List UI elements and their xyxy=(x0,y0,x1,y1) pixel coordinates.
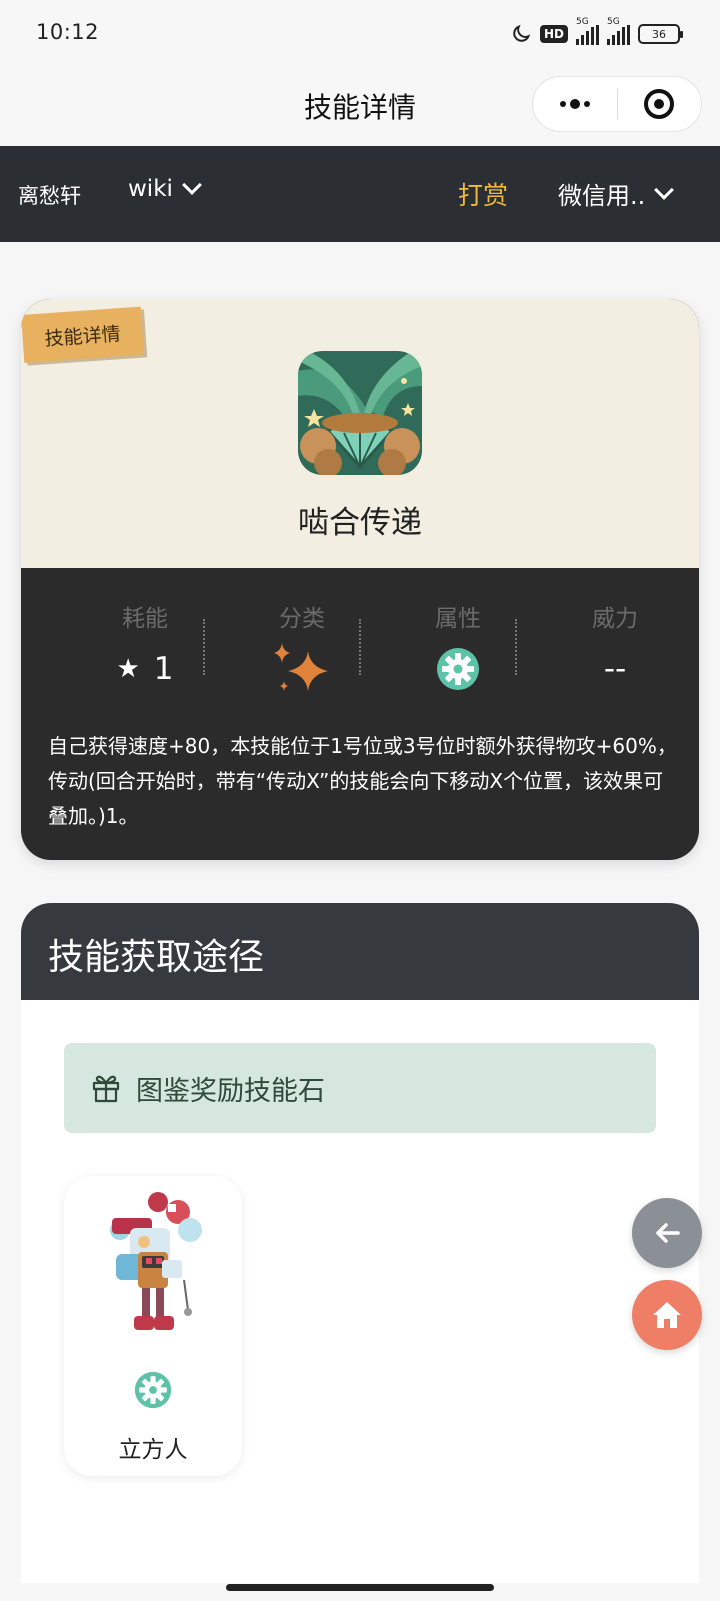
battery-level: 36 xyxy=(652,27,666,41)
energy-value: 1 xyxy=(153,651,174,687)
title-bar: 技能详情 xyxy=(0,68,720,146)
status-bar: 10:12 HD 5G 5G 36 xyxy=(0,0,720,68)
sparkle-icon xyxy=(274,643,328,691)
stat-category-label: 分类 xyxy=(279,606,325,632)
pet-card[interactable]: 立方人 xyxy=(64,1176,242,1476)
stat-divider xyxy=(359,619,361,675)
skill-description: 自己获得速度+80，本技能位于1号位或3号位时额外获得物攻+60%，传动(回合开… xyxy=(48,734,677,828)
pet-image xyxy=(110,1192,202,1330)
home-icon xyxy=(653,1302,681,1328)
user-dropdown[interactable]: 微信用.. xyxy=(558,176,675,211)
stat-divider xyxy=(203,619,205,675)
network-label: 5G xyxy=(576,17,589,27)
wiki-label: wiki xyxy=(128,176,173,202)
back-button[interactable] xyxy=(632,1198,702,1268)
stat-category: 分类 xyxy=(224,597,380,691)
pet-name: 立方人 xyxy=(118,1437,188,1463)
skill-name: 啮合传递 xyxy=(298,505,422,541)
battery-icon: 36 xyxy=(638,24,683,44)
skill-icon xyxy=(298,351,422,475)
obtain-source-label: 图鉴奖励技能石 xyxy=(136,1075,325,1107)
stat-divider xyxy=(515,619,517,675)
stat-power-value: -- xyxy=(603,651,627,687)
arrow-left-icon xyxy=(656,1223,680,1243)
signal-icon: 5G xyxy=(576,17,599,45)
chevron-down-icon xyxy=(182,175,202,195)
wiki-dropdown[interactable]: wiki xyxy=(128,175,202,202)
stat-attribute-value xyxy=(380,648,536,690)
mini-program-capsule xyxy=(532,76,702,132)
skill-detail-ribbon: 技能详情 xyxy=(21,306,145,363)
stat-attribute: 属性 xyxy=(380,597,536,690)
close-mini-program-button[interactable] xyxy=(618,77,702,131)
hd-badge: HD xyxy=(539,25,568,43)
gear-attribute-icon xyxy=(437,648,479,690)
home-indicator xyxy=(226,1584,494,1591)
stat-attribute-label: 属性 xyxy=(435,606,481,632)
user-label: 微信用.. xyxy=(558,182,646,210)
network-label: 5G xyxy=(607,17,620,27)
nav-brand[interactable]: 离愁轩 xyxy=(18,180,81,210)
obtain-source[interactable]: 图鉴奖励技能石 xyxy=(64,1043,656,1133)
star-icon: ★ xyxy=(116,654,140,684)
reward-link[interactable]: 打赏 xyxy=(458,176,508,212)
top-nav: 离愁轩 wiki 打赏 微信用.. xyxy=(0,146,720,242)
status-time: 10:12 xyxy=(36,20,100,44)
target-icon xyxy=(644,89,675,119)
stat-energy-value: ★ 1 xyxy=(67,649,223,689)
more-button[interactable] xyxy=(533,77,617,131)
status-icons: HD 5G 5G 36 xyxy=(510,17,683,48)
skill-detail-card: 技能详情 啮合传递 自己获得速度+80，本技能位于1号位或3号位时额外获得物攻+… xyxy=(21,299,699,860)
moon-icon xyxy=(513,24,531,42)
signal-icon: 5G xyxy=(607,17,630,45)
stat-category-value xyxy=(224,643,380,691)
stat-power: 威力 -- xyxy=(537,597,693,687)
stat-power-label: 威力 xyxy=(592,606,638,632)
gift-icon xyxy=(92,1075,120,1103)
skill-stats-row: 耗能 ★ 1 分类 属性 威力 -- xyxy=(21,597,699,691)
home-button[interactable] xyxy=(632,1280,702,1350)
stat-energy: 耗能 ★ 1 xyxy=(67,597,223,687)
gear-attribute-icon xyxy=(134,1371,172,1409)
obtain-section: 技能获取途径 图鉴奖励技能石 立方人 xyxy=(21,903,699,1583)
skill-header: 技能详情 啮合传递 xyxy=(21,299,699,568)
chevron-down-icon xyxy=(654,179,675,200)
obtain-title: 技能获取途径 xyxy=(21,903,699,1000)
stat-energy-label: 耗能 xyxy=(122,606,168,632)
